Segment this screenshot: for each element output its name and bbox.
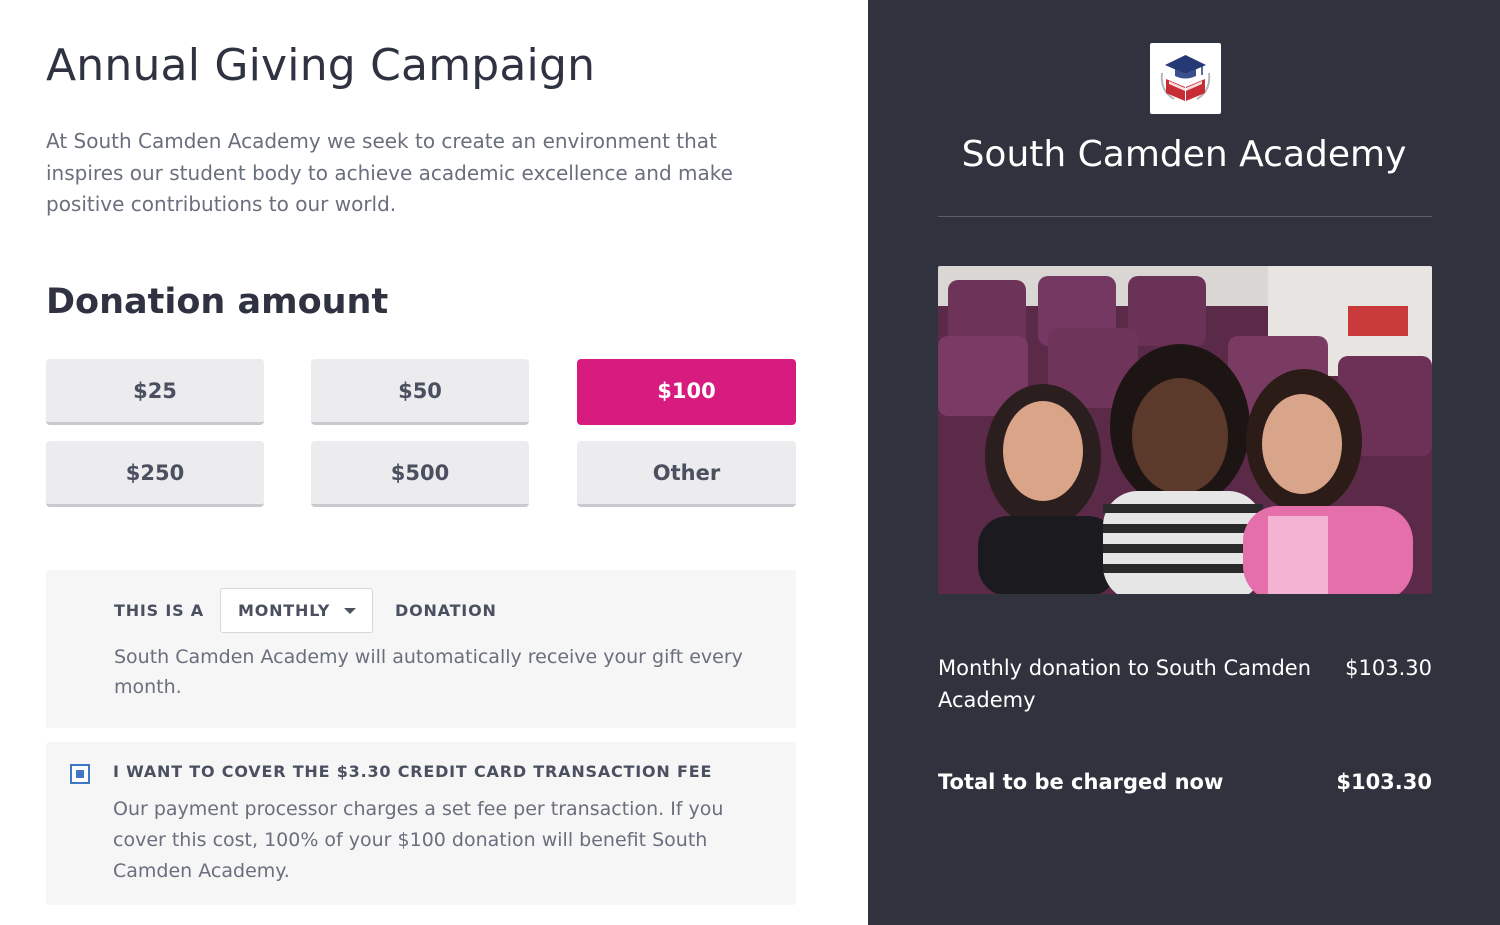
frequency-prefix: THIS IS A bbox=[114, 601, 204, 620]
checkbox-check-icon bbox=[76, 770, 84, 778]
fee-note: Our payment processor charges a set fee … bbox=[113, 798, 724, 882]
line-item-amount: $103.30 bbox=[1345, 656, 1432, 680]
graduation-cap-book-logo-icon bbox=[1150, 43, 1221, 114]
organization-name: South Camden Academy bbox=[961, 134, 1407, 175]
line-item-label: Monthly donation to South Camden Academy bbox=[938, 656, 1312, 712]
page-title: Annual Giving Campaign bbox=[46, 40, 596, 91]
amount-button-50[interactable]: $50 bbox=[311, 359, 529, 425]
campaign-intro: At South Camden Academy we seek to creat… bbox=[46, 129, 733, 216]
total-amount: $103.30 bbox=[1336, 770, 1432, 794]
students-photo bbox=[938, 266, 1432, 594]
cover-fee-label[interactable]: I WANT TO COVER THE $3.30 CREDIT CARD TR… bbox=[113, 762, 712, 781]
cover-fee-checkbox[interactable] bbox=[70, 764, 90, 784]
amount-button-100[interactable]: $100 bbox=[577, 359, 796, 425]
frequency-selected-value: MONTHLY bbox=[237, 601, 331, 620]
frequency-panel: THIS IS A MONTHLY DONATION South Camden … bbox=[46, 570, 796, 728]
frequency-suffix: DONATION bbox=[394, 601, 497, 620]
divider bbox=[938, 216, 1432, 217]
amount-button-250[interactable]: $250 bbox=[46, 441, 264, 507]
frequency-row: THIS IS A MONTHLY DONATION bbox=[114, 588, 497, 633]
summary-panel: South Camden Academy Monthly donation to… bbox=[868, 0, 1500, 925]
amount-button-other[interactable]: Other bbox=[577, 441, 796, 507]
total-label: Total to be charged now bbox=[938, 770, 1224, 794]
frequency-select[interactable]: MONTHLY bbox=[219, 588, 373, 633]
donation-amount-heading: Donation amount bbox=[46, 282, 389, 322]
caret-down-icon bbox=[344, 607, 357, 614]
frequency-note: South Camden Academy will automatically … bbox=[114, 646, 743, 698]
donation-form: Annual Giving Campaign At South Camden A… bbox=[0, 0, 868, 925]
amount-button-500[interactable]: $500 bbox=[311, 441, 529, 507]
amount-button-25[interactable]: $25 bbox=[46, 359, 264, 425]
fee-panel: I WANT TO COVER THE $3.30 CREDIT CARD TR… bbox=[46, 742, 796, 905]
